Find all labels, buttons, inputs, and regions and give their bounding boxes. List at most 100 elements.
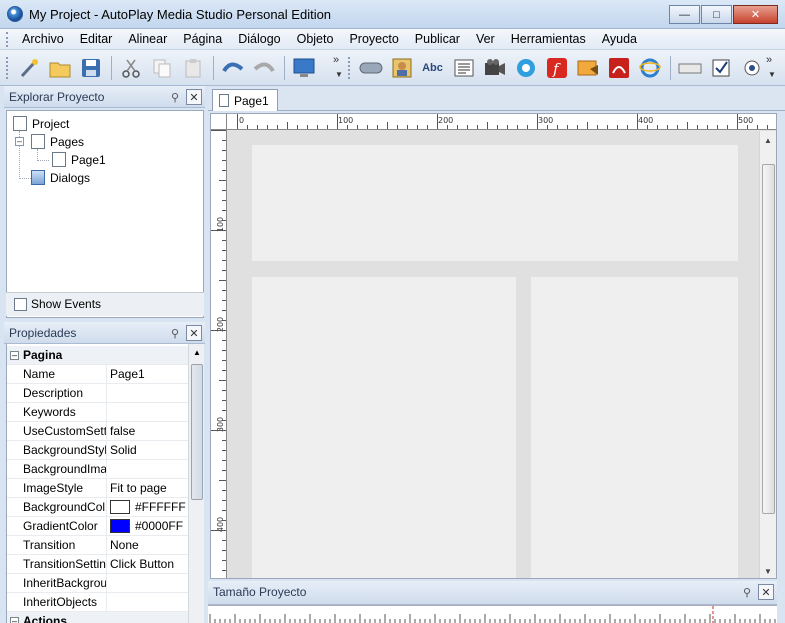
checkbox-object-button[interactable] bbox=[706, 54, 735, 82]
pin-icon[interactable]: ⚲ bbox=[167, 89, 183, 105]
close-icon[interactable]: ✕ bbox=[186, 89, 202, 105]
property-row[interactable]: Name Page1 bbox=[7, 365, 189, 384]
toolbar-overflow-chevron[interactable]: » bbox=[766, 54, 772, 66]
quicktime-object-button[interactable] bbox=[511, 54, 540, 82]
radio-object-button[interactable] bbox=[737, 54, 766, 82]
menu-grip[interactable] bbox=[6, 32, 10, 47]
property-value[interactable]: Page1 bbox=[107, 365, 189, 383]
property-category-actions[interactable]: – Actions bbox=[7, 612, 189, 623]
cut-button[interactable] bbox=[116, 54, 145, 82]
property-row[interactable]: ImageStyle Fit to page bbox=[7, 479, 189, 498]
menu-alinear[interactable]: Alinear bbox=[120, 32, 175, 46]
video-object-button[interactable] bbox=[480, 54, 509, 82]
show-events-checkbox[interactable] bbox=[14, 298, 27, 311]
property-value[interactable] bbox=[107, 574, 189, 592]
color-swatch[interactable] bbox=[110, 519, 130, 533]
property-value[interactable] bbox=[107, 460, 189, 478]
designer-vertical-scrollbar[interactable]: ▲ ▼ bbox=[759, 131, 776, 578]
color-swatch[interactable] bbox=[110, 500, 130, 514]
minimize-button[interactable]: — bbox=[669, 5, 700, 24]
menu-objeto[interactable]: Objeto bbox=[289, 32, 342, 46]
page-region-top[interactable] bbox=[252, 145, 738, 261]
scroll-thumb[interactable] bbox=[191, 364, 203, 500]
menu-dialogo[interactable]: Diálogo bbox=[230, 32, 288, 46]
menu-proyecto[interactable]: Proyecto bbox=[341, 32, 406, 46]
tab-page1[interactable]: Page1 bbox=[212, 89, 278, 111]
scroll-up-icon[interactable]: ▲ bbox=[764, 136, 772, 145]
close-button[interactable]: ✕ bbox=[733, 5, 778, 24]
property-value[interactable]: Click Button bbox=[107, 555, 189, 573]
property-row[interactable]: Transition None bbox=[7, 536, 189, 555]
page-region-right[interactable] bbox=[531, 277, 738, 578]
property-value[interactable]: false bbox=[107, 422, 189, 440]
wizard-button[interactable] bbox=[14, 54, 43, 82]
property-value[interactable]: Solid bbox=[107, 441, 189, 459]
property-row[interactable]: UseCustomSett false bbox=[7, 422, 189, 441]
properties-scrollbar[interactable]: ▲ bbox=[188, 344, 204, 623]
property-value[interactable] bbox=[107, 403, 189, 421]
close-icon[interactable]: ✕ bbox=[186, 325, 202, 341]
app-icon[interactable] bbox=[7, 6, 23, 22]
property-value[interactable] bbox=[107, 384, 189, 402]
maximize-button[interactable]: □ bbox=[701, 5, 732, 24]
input-object-button[interactable] bbox=[675, 54, 704, 82]
collapse-icon[interactable]: – bbox=[10, 351, 19, 360]
preview-button[interactable] bbox=[289, 54, 318, 82]
tree-node-project[interactable]: Project bbox=[13, 116, 69, 131]
paragraph-object-button[interactable] bbox=[449, 54, 478, 82]
property-row[interactable]: BackgroundCol #FFFFFF bbox=[7, 498, 189, 517]
toolbar-grip[interactable] bbox=[6, 57, 10, 79]
page-region-left[interactable] bbox=[252, 277, 516, 578]
scroll-thumb[interactable] bbox=[762, 164, 775, 514]
redo-button[interactable] bbox=[249, 54, 278, 82]
close-icon[interactable]: ✕ bbox=[758, 584, 774, 600]
menu-editar[interactable]: Editar bbox=[72, 32, 121, 46]
label-object-button[interactable]: Abc bbox=[418, 54, 447, 82]
toolbar-grip[interactable] bbox=[348, 57, 352, 79]
menu-herramientas[interactable]: Herramientas bbox=[503, 32, 594, 46]
property-row[interactable]: Description bbox=[7, 384, 189, 403]
property-row[interactable]: TransitionSettin Click Button bbox=[7, 555, 189, 574]
pdf-object-button[interactable] bbox=[604, 54, 633, 82]
property-value[interactable] bbox=[107, 593, 189, 611]
collapse-icon[interactable]: – bbox=[15, 137, 24, 146]
save-button[interactable] bbox=[76, 54, 105, 82]
paste-button[interactable] bbox=[178, 54, 207, 82]
open-button[interactable] bbox=[45, 54, 74, 82]
property-value[interactable]: Fit to page bbox=[107, 479, 189, 497]
chevron-down-icon[interactable]: ▼ bbox=[335, 70, 343, 79]
menu-pagina[interactable]: Página bbox=[175, 32, 230, 46]
menu-archivo[interactable]: Archivo bbox=[14, 32, 72, 46]
slideshow-object-button[interactable] bbox=[573, 54, 602, 82]
toolbar-overflow-chevron[interactable]: » bbox=[333, 54, 339, 66]
property-row[interactable]: InheritObjects bbox=[7, 593, 189, 612]
tree-node-dialogs[interactable]: Dialogs bbox=[31, 170, 90, 185]
page-canvas[interactable] bbox=[228, 131, 759, 578]
menu-ver[interactable]: Ver bbox=[468, 32, 503, 46]
pin-icon[interactable]: ⚲ bbox=[167, 325, 183, 341]
collapse-icon[interactable]: – bbox=[10, 617, 19, 623]
flash-object-button[interactable]: f bbox=[542, 54, 571, 82]
scroll-up-icon[interactable]: ▲ bbox=[193, 348, 201, 357]
property-row[interactable]: GradientColor #0000FF bbox=[7, 517, 189, 536]
property-value[interactable]: None bbox=[107, 536, 189, 554]
property-row[interactable]: Keywords bbox=[7, 403, 189, 422]
property-row[interactable]: BackgroundIma bbox=[7, 460, 189, 479]
chevron-down-icon[interactable]: ▼ bbox=[768, 70, 776, 79]
property-category-pagina[interactable]: – Pagina bbox=[7, 346, 189, 365]
undo-button[interactable] bbox=[218, 54, 247, 82]
property-row[interactable]: BackgroundStyl Solid bbox=[7, 441, 189, 460]
tree-node-page1[interactable]: Page1 bbox=[52, 152, 106, 167]
copy-button[interactable] bbox=[147, 54, 176, 82]
menu-publicar[interactable]: Publicar bbox=[407, 32, 468, 46]
property-value-color[interactable]: #FFFFFF bbox=[107, 498, 189, 516]
scroll-down-icon[interactable]: ▼ bbox=[764, 567, 772, 576]
image-object-button[interactable] bbox=[387, 54, 416, 82]
web-object-button[interactable] bbox=[635, 54, 664, 82]
property-row[interactable]: InheritBackgrou bbox=[7, 574, 189, 593]
menu-ayuda[interactable]: Ayuda bbox=[594, 32, 645, 46]
tree-node-pages[interactable]: Pages bbox=[31, 134, 84, 149]
property-value-color[interactable]: #0000FF bbox=[107, 517, 189, 535]
pin-icon[interactable]: ⚲ bbox=[739, 584, 755, 600]
button-object-button[interactable] bbox=[356, 54, 385, 82]
